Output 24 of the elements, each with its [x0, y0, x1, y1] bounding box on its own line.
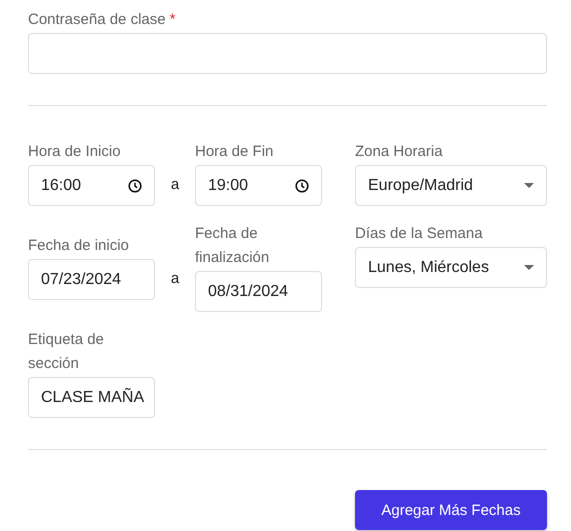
required-mark: * [170, 11, 176, 28]
time-field[interactable]: 16:00 [28, 165, 155, 206]
range-separator: a [170, 270, 180, 286]
caret-icon [524, 265, 534, 270]
add-dates-button[interactable]: Agregar Más Fechas [355, 490, 547, 530]
field-label: Días de la Semana [355, 224, 484, 244]
field-label: Etiqueta de sección [28, 330, 105, 374]
date-field[interactable]: 07/23/2024 [28, 259, 155, 300]
range-separator: a [170, 176, 180, 192]
password-field[interactable] [28, 33, 547, 74]
caret-icon [524, 183, 534, 188]
dropdown[interactable]: Europe/Madrid [355, 165, 547, 206]
field-label: Hora de Inicio [28, 142, 122, 162]
field-label: Hora de Fin [195, 142, 274, 162]
time-field[interactable]: 19:00 [195, 165, 322, 206]
field-label: Zona Horaria [355, 142, 444, 162]
date-field[interactable]: 08/31/2024 [195, 271, 322, 312]
clock-icon [295, 178, 309, 192]
field-label: Fecha de inicio [28, 236, 130, 256]
field-label: Fecha de finalización [195, 224, 270, 268]
text-field[interactable]: CLASE MAÑA [28, 377, 155, 418]
dropdown[interactable]: Lunes, Miércoles [355, 247, 547, 288]
clock-icon [128, 178, 142, 192]
field-label: Contraseña de clase * [28, 10, 176, 30]
